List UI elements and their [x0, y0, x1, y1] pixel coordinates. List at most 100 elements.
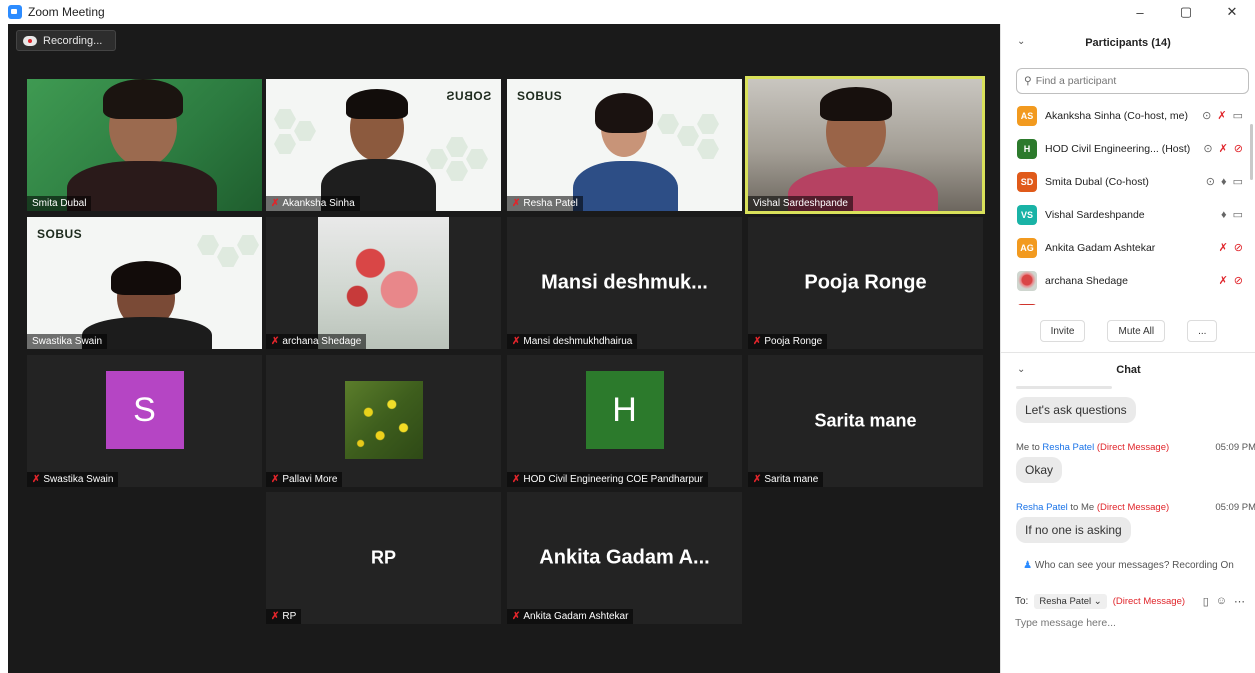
tile-name-label: ✗ archana Shedage	[266, 334, 367, 349]
profile-picture	[318, 217, 449, 349]
video-off-icon[interactable]: ⊘	[1234, 142, 1243, 155]
participant-row[interactable]: AG Ankita Gadam Ashtekar ✗ ⊘	[1001, 231, 1251, 264]
participant-name: Akanksha Sinha (Co-host, me)	[1045, 109, 1188, 122]
maximize-button[interactable]: ▢	[1163, 0, 1209, 24]
participant-name: Smita Dubal (Co-host)	[1045, 175, 1149, 188]
mic-muted-icon: ✗	[271, 198, 280, 209]
cloud-record-icon: ⊙	[1203, 143, 1213, 155]
tile-name-label: ✗ Pooja Ronge	[748, 334, 828, 349]
video-camera-icon[interactable]: ▭	[1233, 109, 1243, 122]
participant-display-name: Mansi deshmuk...	[541, 271, 708, 294]
video-tile-akanksha-sinha[interactable]: SOBUS ✗ Akanksha Sinha	[266, 79, 501, 211]
video-tile-swastika-swain-video[interactable]: SOBUS Swastika Swain	[27, 217, 262, 349]
tile-name-label: Swastika Swain	[27, 334, 108, 349]
microphone-icon[interactable]: ♦	[1221, 176, 1227, 188]
tile-name-label: Smita Dubal	[27, 196, 92, 211]
participant-row[interactable]: H HOD Civil Engineering... (Host) ⊙ ✗ ⊘	[1001, 132, 1251, 165]
tile-name-label: ✗ RP	[266, 609, 302, 624]
more-options-button[interactable]: ...	[1187, 320, 1218, 342]
file-icon[interactable]: ▯	[1203, 595, 1209, 608]
participant-status-icons: ♦ ▭	[1221, 198, 1243, 231]
video-off-icon[interactable]: ⊘	[1234, 274, 1243, 287]
panel-divider	[1001, 352, 1255, 353]
video-tile-swastika-swain[interactable]: S ✗ Swastika Swain	[27, 355, 262, 487]
message-visibility-note[interactable]: ♟ Who can see your messages? Recording O…	[1001, 560, 1255, 571]
participant-search-box[interactable]: ⚲	[1016, 68, 1249, 94]
participant-row[interactable]: archana Shedage ✗ ⊘	[1001, 264, 1251, 297]
chevron-down-icon[interactable]: ⌄	[1017, 36, 1025, 47]
mic-muted-icon[interactable]: ✗	[1217, 109, 1226, 122]
brand-logo: SOBUS	[517, 89, 563, 103]
video-tile-mansi-deshmukh[interactable]: Mansi deshmuk... ✗ Mansi deshmukhdhairua	[507, 217, 742, 349]
sender: Me	[1016, 442, 1030, 453]
mic-muted-icon: ✗	[271, 474, 280, 485]
avatar: H	[1017, 138, 1037, 159]
participant-list-scrollbar[interactable]	[1250, 124, 1253, 180]
direct-message-tag: (Direct Message)	[1096, 442, 1170, 453]
video-tile-vishal-sardeshpande[interactable]: Vishal Sardeshpande	[745, 76, 985, 214]
mic-muted-icon: ✗	[512, 336, 521, 347]
video-tile-smita-dubal[interactable]: Smita Dubal	[27, 79, 262, 211]
chat-message-meta: Resha Patel to Me (Direct Message) 05:09…	[1016, 502, 1255, 513]
chat-recipient-row: To: Resha Patel ⌄ (Direct Message) ▯ ☺ ⋯	[1015, 594, 1255, 609]
video-tile-sarita-mane[interactable]: Sarita mane ✗ Sarita mane	[748, 355, 983, 487]
mic-muted-icon: ✗	[512, 198, 521, 209]
participant-status-icons: ✗ ⊘	[1219, 264, 1243, 297]
brand-logo-mirrored: SOBUS	[446, 89, 492, 103]
invite-button[interactable]: Invite	[1039, 320, 1086, 342]
video-tile-ankita-gadam[interactable]: Ankita Gadam A... ✗ Ankita Gadam Ashtekar	[507, 492, 742, 624]
minimize-button[interactable]: –	[1117, 0, 1163, 24]
participant-search-input[interactable]	[1035, 75, 1226, 87]
tile-name-label: ✗ Resha Patel	[507, 196, 583, 211]
participant-row[interactable]: AS Akanksha Sinha (Co-host, me) ⊙ ✗ ▭	[1001, 99, 1251, 132]
cloud-record-icon	[23, 35, 37, 46]
recipient-dropdown[interactable]: Resha Patel ⌄	[1034, 594, 1107, 609]
video-camera-icon[interactable]: ▭	[1233, 208, 1243, 221]
close-button[interactable]: ✕	[1209, 0, 1255, 24]
chat-header: ⌄ Chat	[1001, 358, 1255, 382]
mic-muted-icon[interactable]: ✗	[1219, 274, 1228, 287]
tile-name-label: ✗ Swastika Swain	[27, 472, 119, 487]
chat-tools: ▯ ☺ ⋯	[1203, 595, 1245, 608]
chevron-down-icon[interactable]: ⌄	[1017, 364, 1025, 375]
chat-title: Chat	[1116, 364, 1141, 376]
search-icon: ⚲	[1024, 75, 1032, 87]
message-time: 05:09 PM	[1215, 502, 1255, 513]
emoji-icon[interactable]: ☺	[1216, 595, 1227, 608]
participant-body	[573, 161, 678, 211]
recording-indicator[interactable]: Recording...	[16, 30, 116, 51]
video-tile-pallavi-more[interactable]: ✗ Pallavi More	[266, 355, 501, 487]
video-camera-icon[interactable]: ▭	[1233, 175, 1243, 188]
participant-display-name: Ankita Gadam A...	[539, 546, 710, 569]
tile-name-label: Vishal Sardeshpande	[748, 196, 853, 211]
microphone-icon[interactable]: ♦	[1221, 209, 1227, 221]
avatar: AS	[1017, 105, 1037, 126]
mic-muted-icon: ✗	[753, 474, 762, 485]
mute-all-button[interactable]: Mute All	[1107, 320, 1166, 342]
video-off-icon[interactable]: ⊘	[1234, 241, 1243, 254]
video-tile-rp[interactable]: RP ✗ RP	[266, 492, 501, 624]
previous-message-edge	[1016, 386, 1112, 389]
video-tile-resha-patel[interactable]: SOBUS ✗ Resha Patel	[507, 79, 742, 211]
video-tile-pooja-ronge[interactable]: Pooja Ronge ✗ Pooja Ronge	[748, 217, 983, 349]
to-label: To:	[1015, 596, 1029, 607]
participant-name: archana Shedage	[1045, 274, 1128, 287]
chat-messages: Let's ask questions Me to Resha Patel (D…	[1001, 386, 1255, 576]
mic-muted-icon: ✗	[512, 611, 521, 622]
participant-row[interactable]: VS Vishal Sardeshpande ♦ ▭	[1001, 198, 1251, 231]
participant-row[interactable]: SD Smita Dubal (Co-host) ⊙ ♦ ▭	[1001, 165, 1251, 198]
participant-hair	[111, 261, 181, 295]
recipient-link[interactable]: Resha Patel	[1042, 442, 1094, 453]
window-titlebar: Zoom Meeting – ▢ ✕	[0, 0, 1255, 24]
chat-message-bubble: If no one is asking	[1016, 517, 1131, 543]
mic-muted-icon[interactable]: ✗	[1219, 241, 1228, 254]
video-tile-archana-shedage[interactable]: ✗ archana Shedage	[266, 217, 501, 349]
more-icon[interactable]: ⋯	[1234, 595, 1245, 608]
mic-muted-icon[interactable]: ✗	[1219, 142, 1228, 155]
window-controls: – ▢ ✕	[1117, 0, 1255, 24]
tile-name-label: ✗ HOD Civil Engineering COE Pandharpur	[507, 472, 708, 487]
chat-message-input[interactable]	[1011, 612, 1246, 634]
video-tile-hod-civil-engineering[interactable]: H ✗ HOD Civil Engineering COE Pandharpur	[507, 355, 742, 487]
sender-link[interactable]: Resha Patel	[1016, 502, 1068, 513]
participant-row-partial[interactable]	[1001, 297, 1251, 305]
